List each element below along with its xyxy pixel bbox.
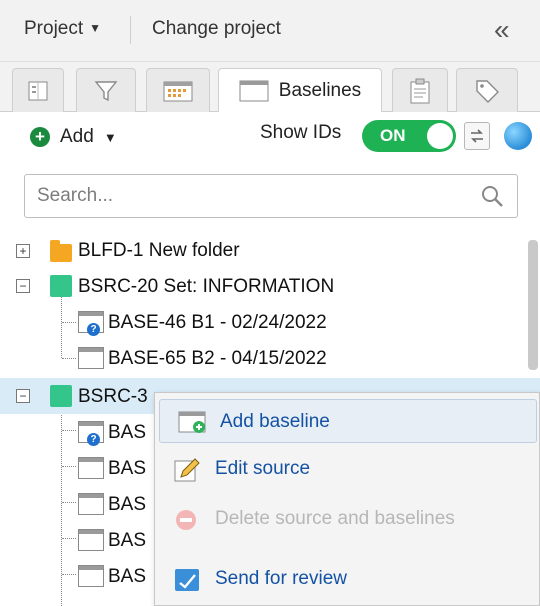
show-ids-toggle[interactable]: ON (362, 120, 456, 152)
tag-icon (476, 79, 499, 103)
menu-item-label: Edit source (215, 458, 311, 479)
filter-icon (94, 80, 118, 101)
calendar-icon (163, 81, 193, 101)
baseline-icon (78, 529, 104, 551)
context-menu: Add baseline Edit source Delete source a… (154, 392, 540, 606)
search-input[interactable] (35, 181, 455, 211)
collapse-icon[interactable]: − (16, 389, 30, 403)
top-bar: Project ▼ Change project « (0, 0, 540, 62)
project-label: Project (24, 18, 84, 39)
menu-item-label: Delete source and baselines (215, 508, 455, 529)
tree-row-label: BASE-65 B2 - 04/15/2022 (108, 348, 327, 369)
baseline-review-icon: ? (78, 421, 104, 446)
tab-baselines[interactable]: Baselines (218, 68, 382, 113)
add-label: Add (60, 126, 94, 147)
baseline-set-icon (50, 275, 72, 297)
tree-row-folder[interactable]: + BLFD-1 New folder (0, 232, 540, 268)
tab-tags[interactable] (456, 68, 518, 112)
tab-strip: Baselines (0, 62, 540, 113)
show-ids-label: Show IDs (260, 122, 342, 143)
sync-icon (471, 129, 483, 143)
add-baseline-icon (178, 411, 206, 433)
project-menu-button[interactable]: Project ▼ (24, 18, 101, 40)
tree-row-label: BAS (108, 530, 147, 551)
tab-calendar[interactable] (146, 68, 210, 112)
caret-down-icon: ▼ (103, 129, 117, 145)
tree-row-label: BASE-46 B1 - 02/24/2022 (108, 312, 327, 333)
tree-row-label: BAS (108, 458, 147, 479)
baseline-review-icon: ? (78, 311, 104, 336)
divider (130, 16, 131, 44)
list-icon (28, 81, 48, 100)
tree-row-set[interactable]: − BSRC-20 Set: INFORMATION (0, 268, 540, 304)
baseline-icon (78, 493, 104, 515)
send-review-icon (175, 569, 199, 591)
tree-row-baseline[interactable]: ? BASE-46 B1 - 02/24/2022 (0, 304, 540, 340)
search-box (24, 174, 518, 218)
folder-icon (50, 240, 72, 262)
pencil-icon (174, 458, 200, 482)
toggle-knob (427, 123, 453, 149)
baseline-set-icon (50, 385, 72, 407)
collapse-panel-icon[interactable]: « (494, 14, 509, 46)
tab-clipboard[interactable] (392, 68, 448, 112)
add-button[interactable]: + Add ▼ (30, 124, 117, 150)
sync-button[interactable] (464, 122, 490, 150)
globe-icon[interactable] (504, 122, 532, 150)
expand-icon[interactable]: + (16, 244, 30, 258)
window-icon (239, 80, 269, 102)
tree-row-label: BAS (108, 566, 147, 587)
menu-item-label: Send for review (215, 568, 348, 589)
baseline-icon (78, 565, 104, 587)
tab-baselines-label: Baselines (278, 80, 362, 101)
collapse-icon[interactable]: − (16, 279, 30, 293)
menu-item-label: Add baseline (220, 411, 330, 432)
tree-row-label: BAS (108, 422, 147, 443)
tab-filter[interactable] (76, 68, 136, 112)
tree-row-label: BLFD-1 New folder (78, 240, 240, 261)
tab-list[interactable] (12, 68, 64, 112)
menu-item-delete-source[interactable]: Delete source and baselines (155, 497, 539, 541)
tree-scrollbar[interactable] (528, 240, 538, 370)
menu-item-send-for-review[interactable]: Send for review (155, 557, 539, 601)
tree-row-label: BAS (108, 494, 147, 515)
delete-icon (176, 510, 196, 530)
baseline-icon (78, 347, 104, 369)
menu-item-add-baseline[interactable]: Add baseline (159, 399, 537, 443)
tree-row-baseline[interactable]: BASE-65 B2 - 04/15/2022 (0, 340, 540, 376)
search-icon[interactable] (479, 183, 505, 209)
clipboard-icon (410, 78, 430, 103)
menu-item-edit-source[interactable]: Edit source (155, 447, 539, 491)
tree-row-label: BSRC-20 Set: INFORMATION (78, 276, 335, 297)
toggle-state-label: ON (380, 126, 406, 145)
change-project-link[interactable]: Change project (152, 18, 281, 40)
tree-row-label: BSRC-3 (78, 386, 148, 407)
toolbar: + Add ▼ Show IDs ON (0, 112, 540, 160)
add-plus-icon: + (30, 127, 50, 147)
baseline-icon (78, 457, 104, 479)
caret-down-icon: ▼ (89, 21, 102, 35)
